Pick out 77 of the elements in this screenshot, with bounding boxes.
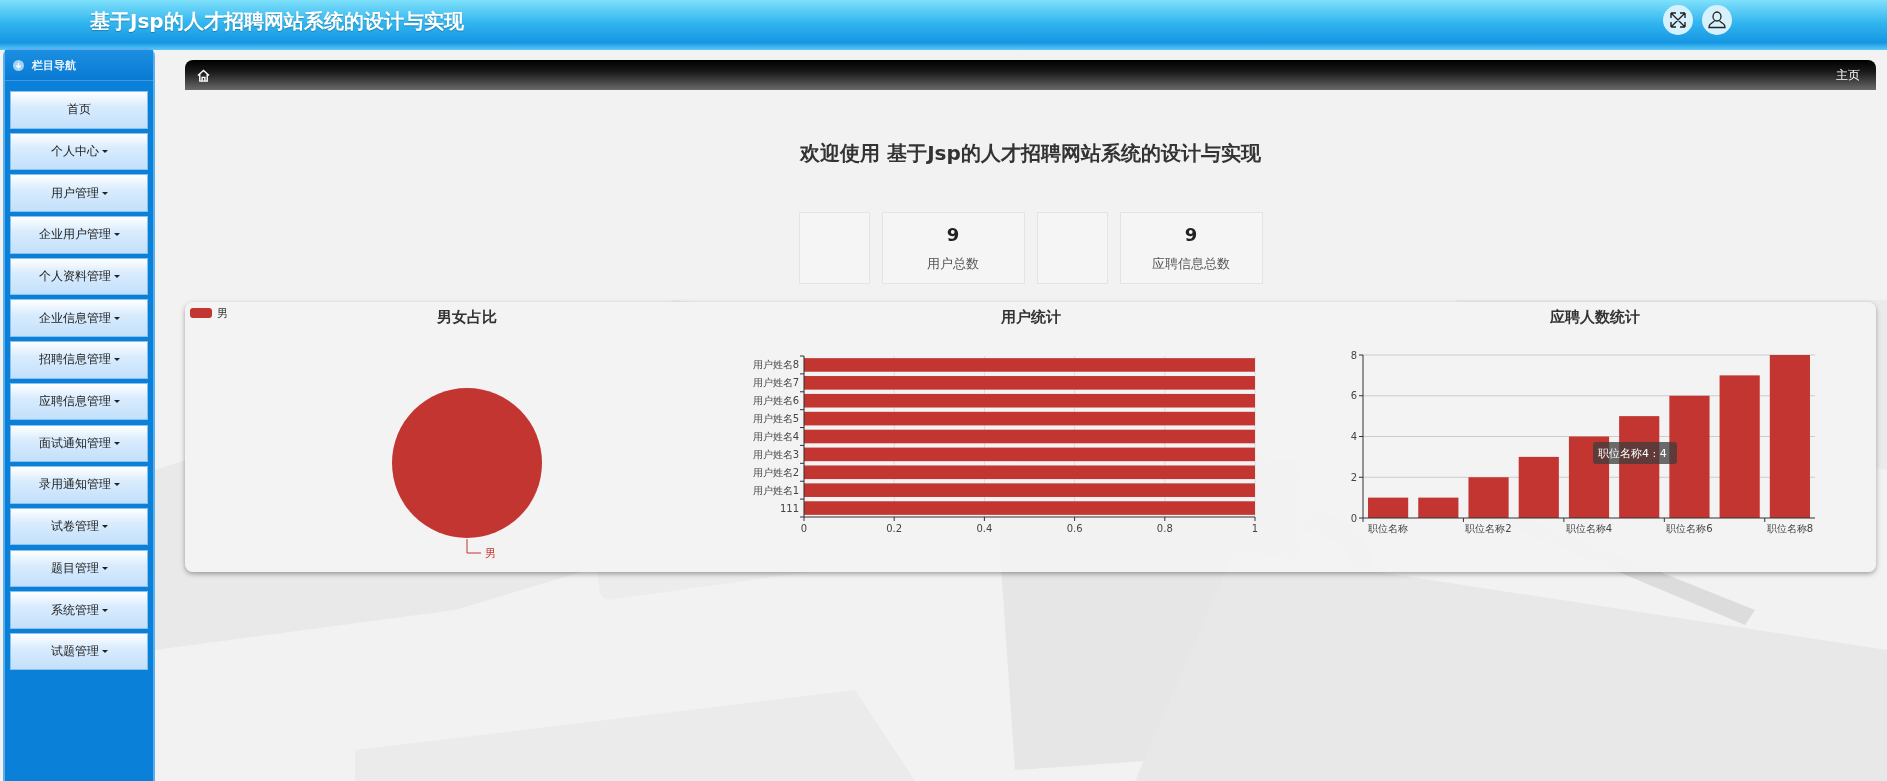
tick-label: 0: [1350, 512, 1357, 524]
axis-label: 职位名称8: [1766, 523, 1814, 534]
axis-label: 职位名称2: [1465, 523, 1512, 534]
tick-label: 0: [800, 523, 808, 534]
nav-button[interactable]: 企业信息管理: [10, 299, 148, 337]
axis-label: 111: [779, 502, 799, 514]
annotation: 职位名称4 : 4: [1598, 447, 1667, 460]
leader-line: [466, 538, 482, 554]
welcome-heading: 欢迎使用 基于Jsp的人才招聘网站系统的设计与实现: [800, 141, 1261, 165]
tick-label: 1: [1251, 523, 1259, 534]
stat-label: 用户总数: [927, 254, 979, 273]
caret-icon: [101, 650, 108, 654]
axis-label: 职位名称4: [1565, 523, 1613, 534]
breadcrumb-link[interactable]: 主页: [1836, 66, 1860, 84]
stat-value: 9: [946, 223, 960, 245]
caret-icon: [101, 608, 108, 612]
nav-button[interactable]: 应聘信息管理: [10, 382, 148, 421]
legend-label[interactable]: 男: [217, 307, 228, 320]
nav-button[interactable]: 用户管理: [10, 174, 148, 212]
nav-title: 栏目导航: [32, 57, 76, 73]
fullscreen-icon[interactable]: [1663, 5, 1693, 35]
nav-button[interactable]: 面试通知管理: [10, 424, 148, 462]
tick-label: 0.6: [1066, 523, 1083, 534]
tooltip: 职位名称4 : 4: [1593, 442, 1677, 464]
nav-button[interactable]: 题目管理: [10, 549, 148, 588]
caret-icon: [101, 566, 108, 570]
user-icon[interactable]: [1702, 5, 1732, 35]
caret-icon: [113, 483, 120, 487]
caret-icon: [113, 275, 120, 278]
axis-label: 用户姓名6: [752, 395, 799, 407]
caret-icon: [113, 233, 120, 237]
stat-value: 9: [1184, 223, 1198, 245]
slice-label: 男: [485, 547, 496, 560]
bar: [1368, 497, 1409, 518]
axis-label: 用户姓名2: [752, 466, 799, 478]
nav-button[interactable]: 系统管理: [10, 591, 148, 629]
down-arrow-icon: [13, 59, 24, 71]
nav-button[interactable]: 个人中心: [10, 132, 148, 171]
axis-label: 用户姓名3: [752, 448, 799, 460]
stat-label: 应聘信息总数: [1152, 254, 1230, 273]
tick-label: 0.2: [886, 523, 903, 534]
caret-icon: [101, 149, 108, 153]
nav-button[interactable]: 招聘信息管理: [10, 341, 148, 379]
nav-button[interactable]: 试题管理: [10, 632, 148, 671]
home-icon[interactable]: [197, 68, 210, 82]
caret-icon: [101, 525, 108, 529]
bar: [1518, 456, 1559, 518]
caret-icon: [113, 441, 120, 445]
axis-label: 用户姓名4: [752, 431, 799, 442]
tick-label: 2: [1350, 471, 1357, 483]
caret-icon: [113, 400, 120, 404]
chart-title: 男女占比: [437, 308, 497, 326]
axis-label: 用户姓名8: [752, 359, 799, 371]
site-title: 基于Jsp的人才招聘网站系统的设计与实现: [90, 7, 465, 35]
nav-button[interactable]: 试卷管理: [10, 507, 148, 546]
nav-button[interactable]: 个人资料管理: [10, 257, 148, 296]
nav-button[interactable]: 企业用户管理: [10, 216, 148, 254]
chart-title: 应聘人数统计: [1550, 308, 1640, 326]
axis-label: 用户姓名5: [752, 413, 799, 425]
caret-icon: [101, 191, 108, 195]
chart-title: 用户统计: [1001, 308, 1061, 326]
caret-icon: [113, 358, 120, 362]
axis-label: 职位名称: [1368, 523, 1409, 534]
nav-button[interactable]: 录用通知管理: [10, 466, 148, 504]
nav-button[interactable]: 首页: [10, 91, 148, 129]
bar: [1468, 477, 1509, 518]
tick-label: 4: [1350, 431, 1357, 442]
caret-icon: [113, 316, 120, 320]
tick-label: 0.4: [976, 523, 993, 534]
axis-label: 用户姓名7: [752, 377, 799, 389]
legend-swatch[interactable]: [190, 308, 212, 318]
tick-label: 0.8: [1156, 523, 1173, 534]
tick-label: 8: [1350, 349, 1357, 361]
axis-label: 用户姓名1: [752, 484, 799, 496]
axis-label: 职位名称6: [1666, 523, 1713, 534]
bar: [1418, 497, 1459, 518]
tick-label: 6: [1350, 390, 1357, 402]
